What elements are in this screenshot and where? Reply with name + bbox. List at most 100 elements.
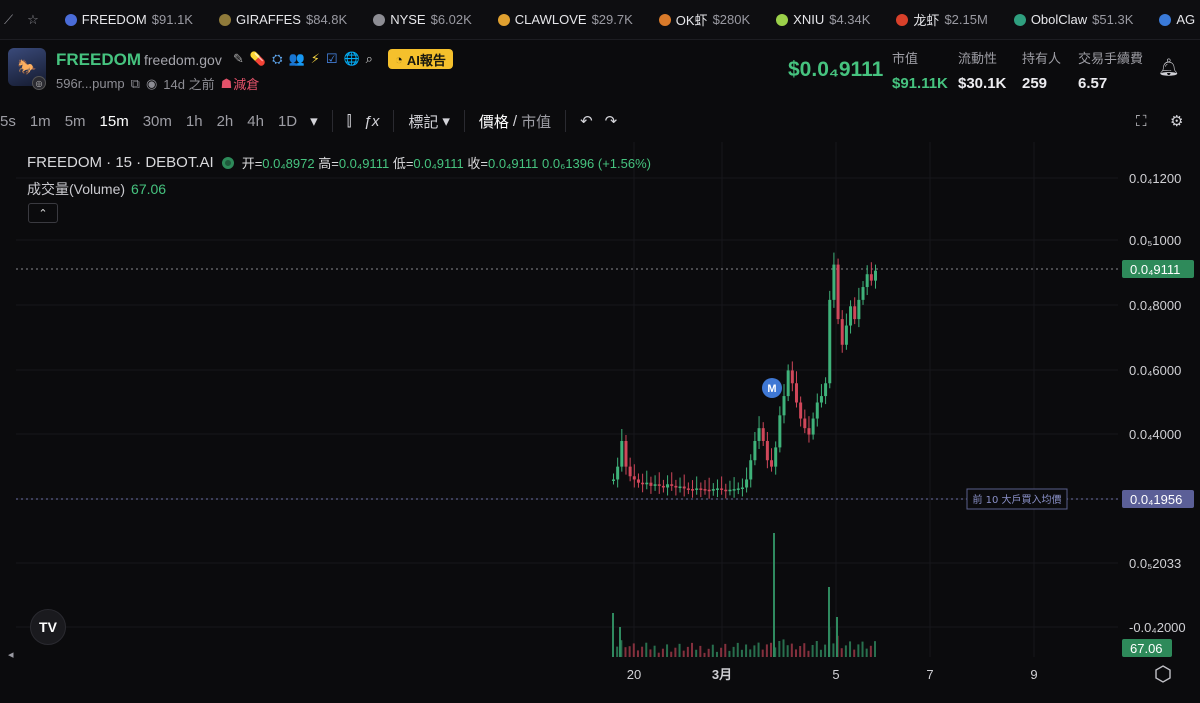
volume-bar xyxy=(745,644,748,657)
volume-bar xyxy=(770,642,773,657)
chevron-down-icon[interactable]: ▾ xyxy=(304,112,324,130)
volume-value: 67.06 xyxy=(131,181,167,197)
timeframe-2h[interactable]: 2h xyxy=(210,113,241,130)
price-chart[interactable]: 0.0₄1200 0.0₅1000 0.0₄8000 0.0₄6000 0.0₄4000… xyxy=(0,142,1200,698)
bell-add-icon[interactable]: 🔔︎ xyxy=(1158,58,1180,80)
timeframe-1m[interactable]: 1m xyxy=(23,113,58,130)
users-icon[interactable]: 👥 xyxy=(289,51,305,67)
ticker-value: $6.02K xyxy=(430,12,472,27)
ticker-item[interactable]: NYSE $6.02K xyxy=(373,10,472,29)
ticker-name: ObolClaw xyxy=(1030,12,1088,27)
ticker-item[interactable]: FREEDOM $91.1K xyxy=(64,10,193,29)
volume-bar xyxy=(641,646,644,657)
verified-icon[interactable]: ☑ xyxy=(326,51,338,67)
candle-body xyxy=(819,396,823,403)
ticker-item[interactable]: ObolClaw $51.3K xyxy=(1013,10,1133,29)
ticker-item[interactable]: GIRAFFES $84.8K xyxy=(218,10,347,29)
token-address[interactable]: 596r...pump xyxy=(56,76,125,91)
candle-body xyxy=(757,428,761,441)
candle-body xyxy=(782,396,786,416)
ticker-item[interactable]: AG xyxy=(1159,10,1200,29)
mark-dropdown[interactable]: 標記 ▾ xyxy=(402,111,456,132)
timeframe-1h[interactable]: 1h xyxy=(179,113,210,130)
ticker-item[interactable]: 龙虾 $2.15M xyxy=(896,10,988,29)
volume-bar xyxy=(844,645,847,657)
settings-gear-icon[interactable]: ⚙ xyxy=(1164,112,1189,130)
volume-bar xyxy=(828,587,830,657)
trend-icon[interactable]: ⟋ xyxy=(4,12,13,28)
timeframe-4h[interactable]: 4h xyxy=(240,113,271,130)
fullscreen-icon[interactable]: ⛶ xyxy=(1130,113,1153,130)
volume-legend: 成交量(Volume) 67.06 xyxy=(27,179,166,199)
candle-body xyxy=(666,484,670,488)
candle-body xyxy=(869,274,873,281)
star-icon[interactable]: ☆ xyxy=(27,12,39,28)
edit-icon[interactable]: ✎ xyxy=(233,51,244,67)
copy-icon[interactable]: ⧉ xyxy=(131,76,140,92)
chart-symbol: FREEDOM · 15 · DEBOT.AI xyxy=(27,154,214,171)
timeframe-5m[interactable]: 5m xyxy=(58,113,93,130)
ticker-name: 龙虾 xyxy=(913,13,940,28)
stat-value: $91.11K xyxy=(892,75,948,92)
stat-label: 交易手續費 xyxy=(1078,51,1144,66)
stat-block: 市值 $91.11K xyxy=(892,48,948,92)
volume-bar xyxy=(707,648,710,657)
price-mcap-toggle[interactable]: 價格 / 市值 xyxy=(473,111,557,132)
candle-body xyxy=(790,370,794,384)
volume-bar xyxy=(695,649,698,657)
volume-bar xyxy=(661,648,664,657)
candle-body xyxy=(686,488,690,490)
clock-icon: ◉ xyxy=(145,75,158,91)
y-tick-label: -0.0₄2000 xyxy=(1129,620,1186,635)
ticker-value: $4.34K xyxy=(829,12,871,27)
candle-type-icon[interactable]: ⫿ xyxy=(341,113,358,130)
undo-icon[interactable]: ↶ xyxy=(574,112,599,130)
candle-body xyxy=(691,489,695,491)
ticker-lead: ⟋ ☆ xyxy=(0,12,39,28)
price-label: 價格 xyxy=(478,113,509,131)
bolt-icon[interactable]: ⚡ xyxy=(311,51,320,67)
candle-body xyxy=(853,306,857,320)
ticker-item[interactable]: CLAWLOVE $29.7K xyxy=(497,10,633,29)
fx-icon[interactable]: ƒx xyxy=(358,113,386,130)
x-tick-label: 5 xyxy=(832,667,839,682)
token-header: 🐎 ◎ FREEDOM freedom.gov ✎ 💊 ⛭ 👥 ⚡ ☑ 🌐 ⌕ … xyxy=(0,40,1200,100)
chart-canvas[interactable]: 0.0₄1200 0.0₅1000 0.0₄8000 0.0₄6000 0.0₄4000… xyxy=(0,142,1200,698)
ticker-item[interactable]: OK虾 $280K xyxy=(658,10,750,29)
volume-bar xyxy=(720,647,723,657)
stat-block: 交易手續費 6.57 xyxy=(1078,48,1143,92)
volume-bar xyxy=(815,641,818,657)
x-tick-label: 9 xyxy=(1030,667,1037,682)
volume-bar xyxy=(674,647,677,657)
timeframe-30m[interactable]: 30m xyxy=(136,113,179,130)
token-icon xyxy=(218,13,231,26)
redo-icon[interactable]: ↷ xyxy=(599,112,624,130)
mcap-label: 市值 xyxy=(521,113,552,131)
stat-value: 6.57 xyxy=(1078,75,1108,92)
ai-report-button[interactable]: ◔ AI報告 xyxy=(388,49,453,69)
timeframe-15m[interactable]: 15m xyxy=(93,113,136,130)
candle-body xyxy=(720,488,724,490)
volume-bar xyxy=(703,652,706,657)
candle-body xyxy=(844,325,848,345)
timeframe-1D[interactable]: 1D xyxy=(271,113,304,130)
timeframe-5s[interactable]: 5s xyxy=(0,113,23,130)
axis-settings-icon xyxy=(1155,665,1171,683)
volume-bar xyxy=(728,650,731,657)
collapse-legend-button[interactable]: ⌃ xyxy=(28,203,58,223)
volume-bar xyxy=(711,644,714,657)
candle-body xyxy=(799,402,803,419)
token-icon xyxy=(1159,13,1172,26)
y-tick-label: 0.0₄4000 xyxy=(1129,427,1181,442)
search-icon[interactable]: ⌕ xyxy=(366,51,373,67)
volume-bar xyxy=(857,644,860,657)
pill-icon[interactable]: 💊 xyxy=(250,51,266,67)
globe-icon[interactable]: 🌐 xyxy=(343,51,359,67)
ticker-item[interactable]: XNIU $4.34K xyxy=(776,10,870,29)
volume-bar xyxy=(645,642,648,657)
volume-bar xyxy=(757,642,760,657)
candle-body xyxy=(749,460,753,480)
token-site-link[interactable]: freedom.gov xyxy=(144,52,222,68)
ticker-value: $2.15M xyxy=(944,12,988,27)
group-icon[interactable]: ⛭ xyxy=(272,51,282,67)
